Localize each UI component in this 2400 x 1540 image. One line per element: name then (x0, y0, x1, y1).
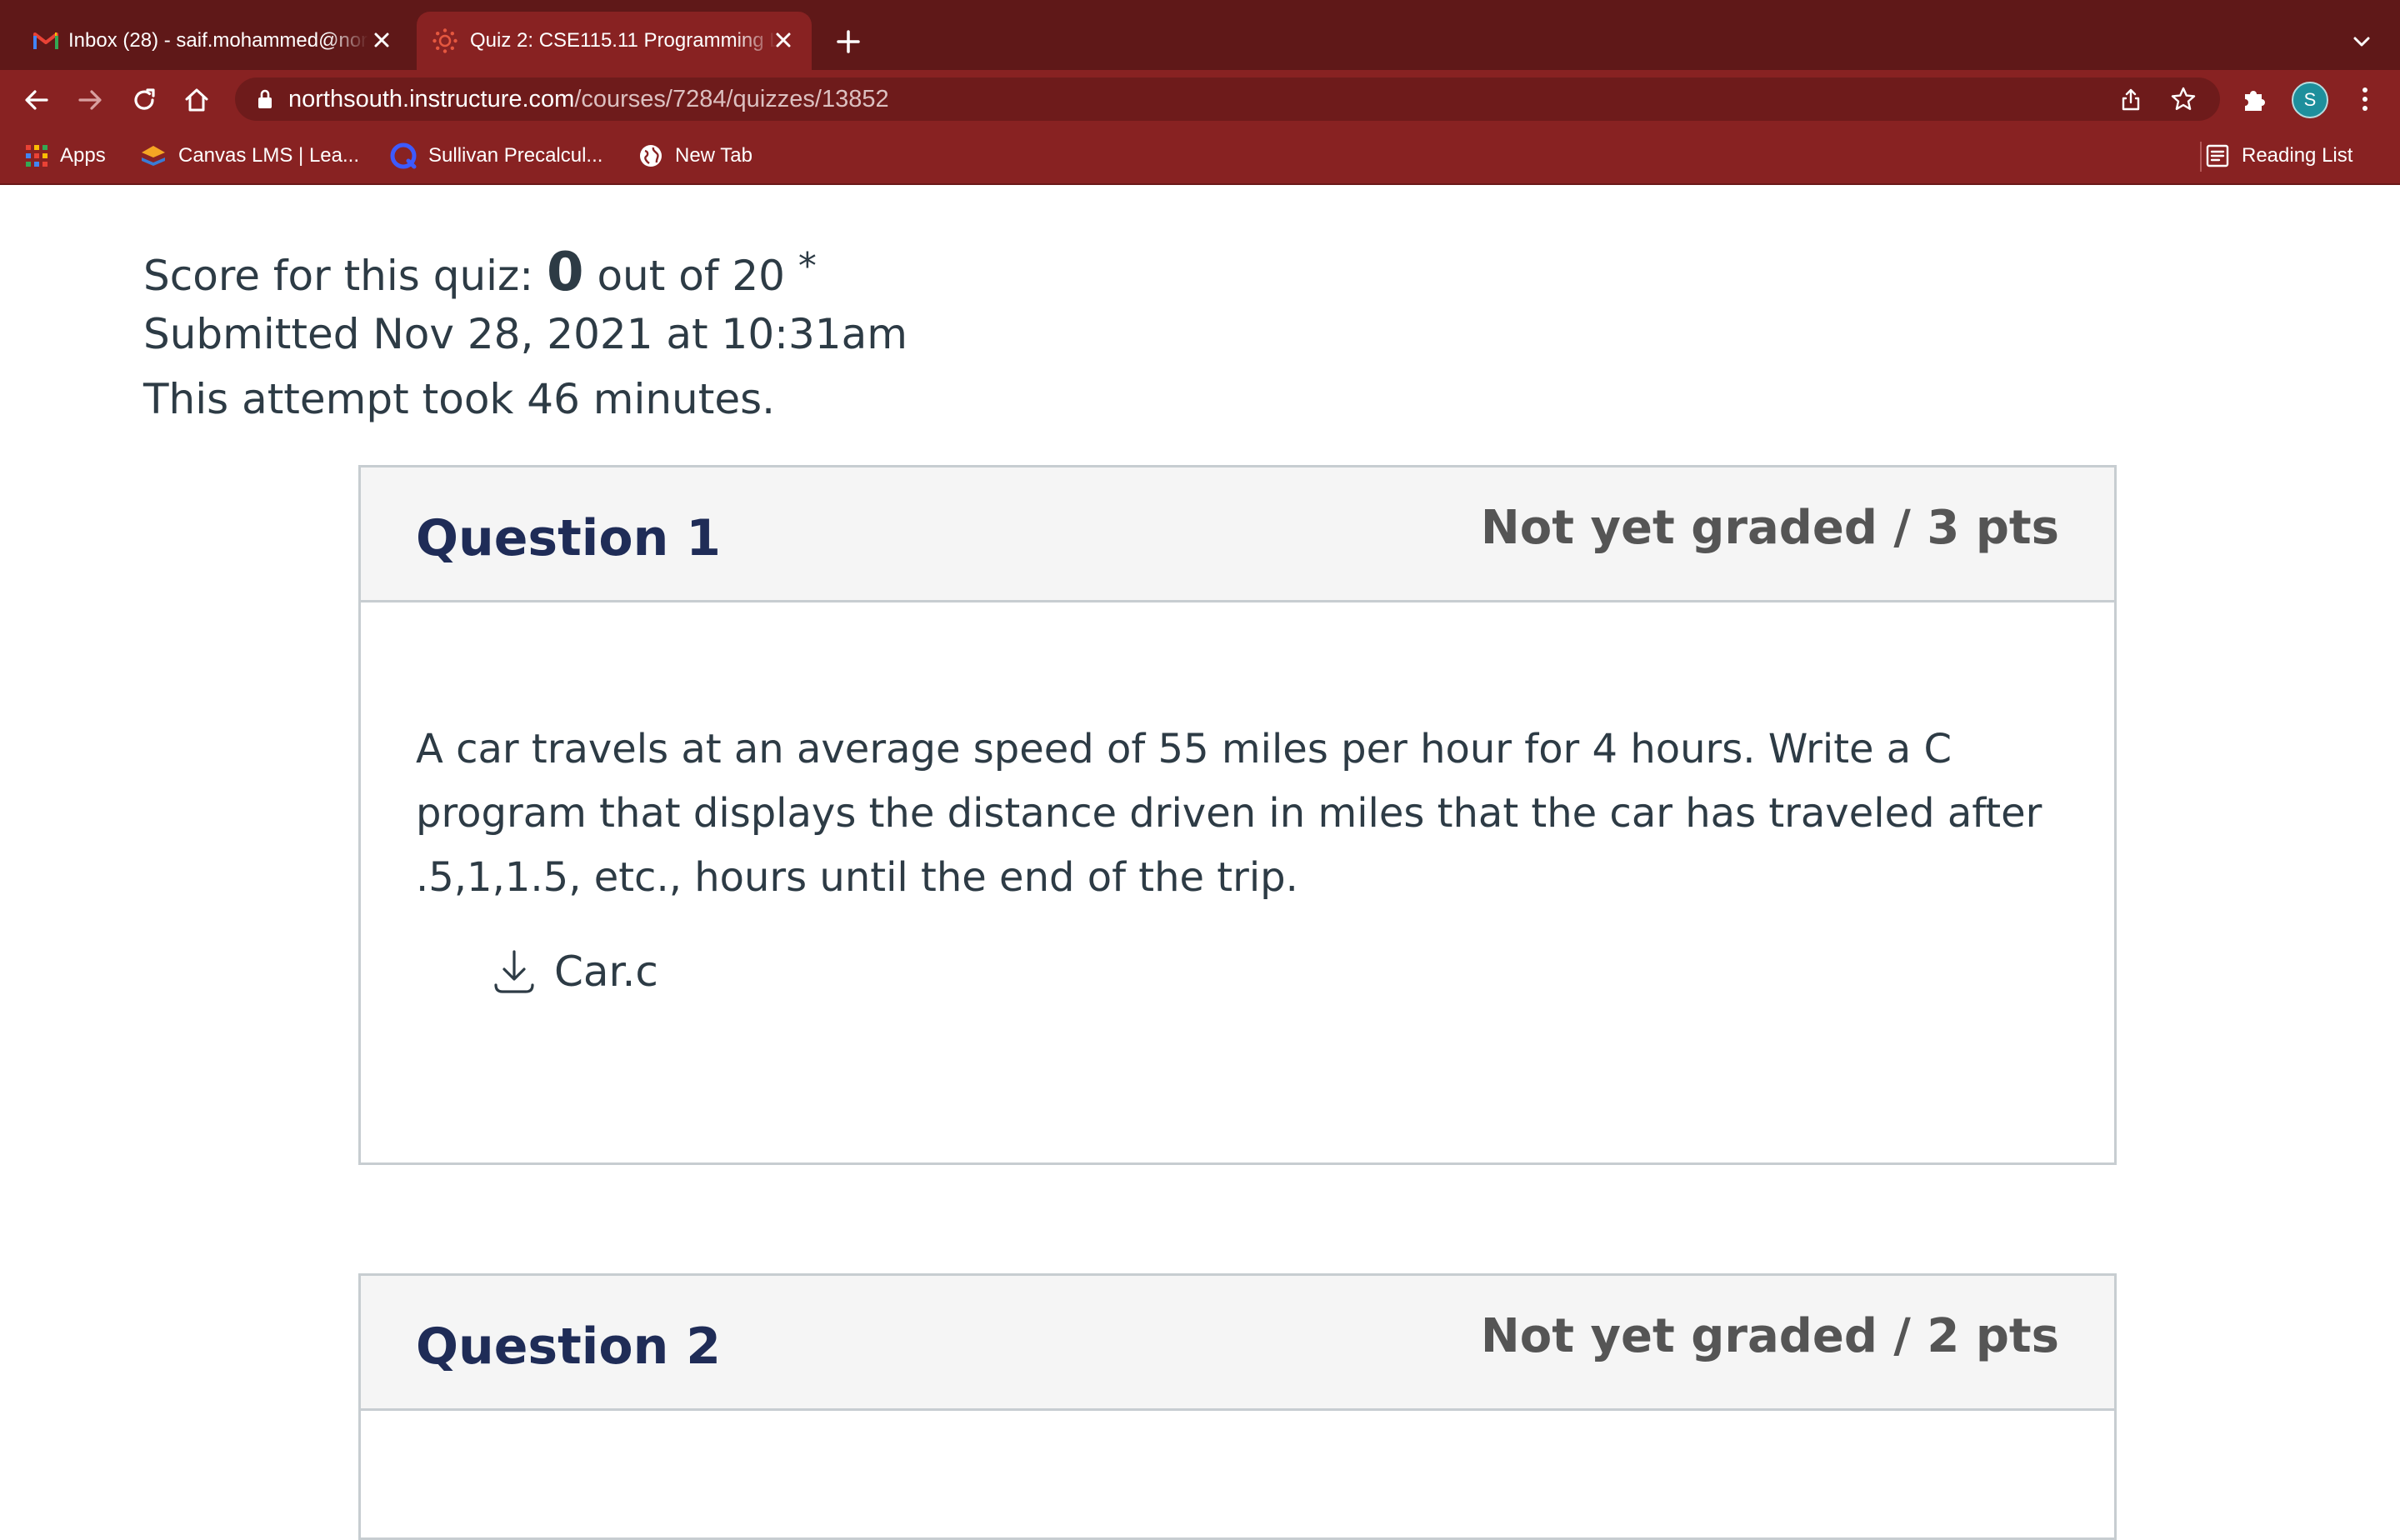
bookmark-new-tab[interactable]: New Tab (638, 128, 752, 183)
chevron-down-icon[interactable] (2348, 28, 2375, 55)
bookmarks-bar: Apps Canvas LMS | Lea... Sullivan Precal… (0, 128, 2400, 185)
browser-toolbar: northsouth.instructure.com/courses/7284/… (0, 70, 2400, 128)
canvas-lms-icon (142, 146, 165, 166)
score-value: 0 (547, 242, 584, 303)
score-suffix: out of 20 (597, 252, 785, 300)
score-asterisk: * (798, 245, 817, 288)
tab-gmail-inbox[interactable]: Inbox (28) - saif.mohammed@northsouth.ed… (18, 12, 410, 70)
question-card: Question 1 Not yet graded / 3 pts A car … (358, 465, 2117, 1165)
address-bar[interactable]: northsouth.instructure.com/courses/7284/… (235, 78, 2220, 121)
url-text[interactable]: northsouth.instructure.com/courses/7284/… (288, 85, 889, 113)
question-text: A car travels at an average speed of 55 … (416, 726, 2042, 901)
canvas-icon (432, 28, 458, 53)
forward-arrow-icon[interactable] (75, 85, 105, 115)
url-path: /courses/7284/quizzes/13852 (574, 86, 889, 112)
attempt-duration: This attempt took 46 minutes. (143, 375, 776, 423)
back-arrow-icon[interactable] (22, 85, 52, 115)
reading-list-icon (2206, 144, 2229, 168)
bookmark-canvas-lms[interactable]: Canvas LMS | Lea... (140, 128, 359, 183)
more-menu-icon[interactable] (2350, 84, 2380, 114)
reading-list-button[interactable]: Reading List (2205, 128, 2352, 183)
bookmarks-divider (2200, 142, 2202, 172)
submitted-timestamp: Submitted Nov 28, 2021 at 10:31am (143, 310, 908, 358)
tab-strip: Inbox (28) - saif.mohammed@northsouth.ed… (0, 0, 2400, 70)
bookmark-sullivan[interactable]: Sullivan Precalcul... (390, 128, 602, 183)
profile-avatar[interactable]: S (2292, 82, 2328, 118)
question-title: Question 2 (416, 1318, 721, 1376)
question-header: Question 1 Not yet graded / 3 pts (361, 468, 2114, 602)
bookmark-label: Apps (60, 144, 106, 167)
close-tab-icon[interactable] (772, 28, 795, 52)
tab-title: Inbox (28) - saif.mohammed@northsouth.ed… (68, 29, 368, 52)
question-title: Question 1 (416, 509, 721, 568)
question-header: Question 2 Not yet graded / 2 pts (361, 1276, 2114, 1411)
reading-list-label: Reading List (2242, 144, 2353, 167)
score-prefix: Score for this quiz: (143, 252, 534, 300)
globe-icon (640, 145, 662, 167)
close-tab-icon[interactable] (370, 28, 393, 52)
question-points: Not yet graded / 2 pts (1480, 1309, 2059, 1363)
attachment-filename: Car.c (554, 948, 658, 996)
apps-grid-icon (26, 145, 48, 167)
sullivan-icon (390, 142, 417, 169)
question-points: Not yet graded / 3 pts (1480, 501, 2059, 555)
tab-title: Quiz 2: CSE115.11 Programming Language I (470, 29, 777, 52)
bookmark-star-icon[interactable] (2170, 86, 2197, 112)
url-host: northsouth.instructure.com (288, 86, 575, 112)
attachment-download-link[interactable]: Car.c (492, 942, 658, 1001)
bookmark-label: New Tab (675, 144, 752, 167)
lock-icon[interactable] (255, 88, 275, 110)
bookmark-label: Canvas LMS | Lea... (178, 144, 360, 167)
bookmark-apps[interactable]: Apps (25, 128, 106, 183)
gmail-icon (33, 32, 58, 49)
download-icon (494, 950, 534, 993)
reload-icon[interactable] (129, 85, 159, 115)
quiz-results-page: Score for this quiz: 0 out of 20 * Submi… (0, 185, 2400, 1540)
extensions-puzzle-icon[interactable] (2240, 84, 2270, 114)
bookmark-label: Sullivan Precalcul... (428, 144, 603, 167)
home-icon[interactable] (182, 85, 212, 115)
tab-quiz[interactable]: Quiz 2: CSE115.11 Programming Language I (417, 12, 812, 70)
quiz-score: Score for this quiz: 0 out of 20 * (143, 242, 817, 303)
new-tab-plus-icon[interactable] (832, 25, 865, 58)
share-icon[interactable] (2118, 87, 2143, 112)
question-card: Question 2 Not yet graded / 2 pts (358, 1273, 2117, 1540)
